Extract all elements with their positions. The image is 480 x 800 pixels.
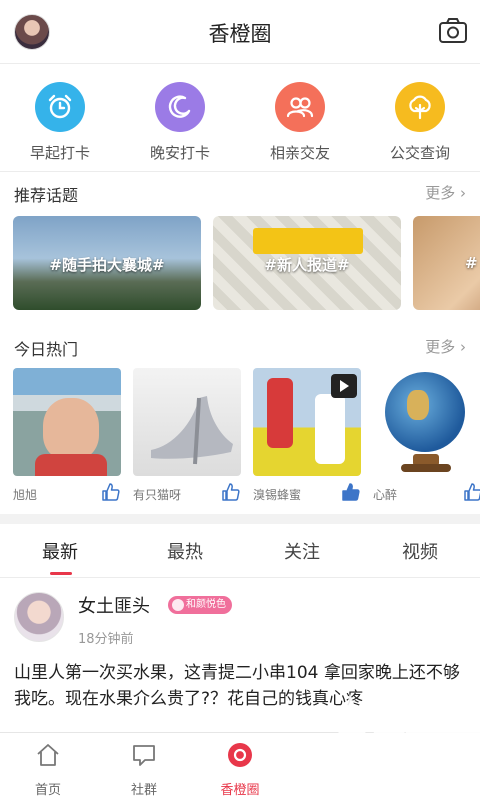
shortcut-bus-query[interactable]: 公交查询 bbox=[365, 82, 475, 163]
hot-header: 今日热门 更多 › bbox=[0, 328, 480, 364]
hot-card[interactable]: 溴锡蜂蜜 bbox=[253, 368, 361, 502]
shortcut-grid: 早起打卡 晚安打卡 相亲交友 公交查询 bbox=[0, 64, 480, 172]
topics-carousel[interactable]: #随手拍大襄城# #新人报道# # bbox=[0, 216, 480, 312]
section-divider bbox=[0, 514, 480, 524]
shortcut-label: 相亲交友 bbox=[269, 144, 330, 162]
hot-image bbox=[13, 368, 121, 476]
tab-following[interactable]: 关注 bbox=[242, 538, 362, 564]
active-tab-indicator bbox=[50, 572, 72, 575]
orange-circle-icon bbox=[228, 743, 252, 767]
feed-tabs: 最新 最热 关注 视频 bbox=[0, 524, 480, 578]
tree-icon bbox=[395, 82, 445, 132]
topic-card[interactable]: #随手拍大襄城# bbox=[13, 216, 201, 310]
more-link[interactable]: 更多 › bbox=[425, 182, 466, 203]
shortcut-dating[interactable]: 相亲交友 bbox=[245, 82, 355, 163]
post-timestamp: 18分钟前 bbox=[78, 632, 134, 647]
nav-community[interactable]: 社群 bbox=[104, 741, 184, 798]
hot-author: 溴锡蜂蜜 bbox=[253, 488, 302, 502]
hot-card[interactable]: 心醉 bbox=[373, 368, 480, 502]
hot-card[interactable]: 旭旭 bbox=[13, 368, 121, 502]
chevron-right-icon: › bbox=[460, 184, 466, 202]
nav-home[interactable]: 首页 bbox=[8, 741, 88, 798]
camera-icon[interactable] bbox=[438, 16, 468, 46]
feed-post[interactable]: 女土匪头 和颜悦色 18分钟前 山里人第一次买水果，这青提二小串104 拿回家晚… bbox=[0, 580, 480, 732]
post-username[interactable]: 女土匪头 bbox=[78, 592, 150, 618]
page-title: 香橙圈 bbox=[208, 22, 272, 46]
topic-label: # bbox=[465, 254, 478, 272]
hot-author: 旭旭 bbox=[13, 488, 38, 502]
hot-card[interactable]: 有只猫呀 bbox=[133, 368, 241, 502]
chat-icon bbox=[133, 745, 155, 766]
topic-card[interactable]: # bbox=[413, 216, 480, 310]
badge-icon bbox=[172, 599, 184, 611]
shortcut-night-checkin[interactable]: 晚安打卡 bbox=[125, 82, 235, 163]
alarm-clock-icon bbox=[35, 82, 85, 132]
level-badge: 和颜悦色 bbox=[168, 596, 232, 614]
section-title: 推荐话题 bbox=[14, 186, 79, 205]
banner-shape bbox=[253, 228, 363, 254]
tab-video[interactable]: 视频 bbox=[360, 538, 480, 564]
nav-orange-circle[interactable]: 香橙圈 bbox=[200, 741, 280, 798]
topic-label: #新人报道# bbox=[264, 256, 350, 274]
chevron-right-icon: › bbox=[460, 338, 466, 356]
shortcut-label: 晚安打卡 bbox=[149, 144, 210, 162]
topic-card[interactable]: #新人报道# bbox=[213, 216, 401, 310]
thumbs-up-icon[interactable] bbox=[221, 482, 241, 502]
shortcut-morning-checkin[interactable]: 早起打卡 bbox=[5, 82, 115, 163]
hot-author: 有只猫呀 bbox=[133, 488, 182, 502]
top-bar: 香橙圈 bbox=[0, 0, 480, 64]
thumbs-up-icon[interactable] bbox=[463, 482, 480, 502]
topics-header: 推荐话题 更多 › bbox=[0, 174, 480, 210]
bottom-nav: 首页 社群 香橙圈 bbox=[0, 732, 480, 800]
people-icon bbox=[275, 82, 325, 132]
tab-hot[interactable]: 最热 bbox=[125, 538, 245, 564]
moon-icon bbox=[155, 82, 205, 132]
hot-author: 心醉 bbox=[373, 488, 398, 502]
section-title: 今日热门 bbox=[14, 340, 79, 359]
nav-label: 社群 bbox=[130, 783, 157, 798]
shortcut-label: 早起打卡 bbox=[29, 144, 90, 162]
nav-label: 香橙圈 bbox=[220, 783, 260, 798]
tab-latest[interactable]: 最新 bbox=[0, 538, 120, 564]
home-icon bbox=[37, 744, 59, 766]
hot-image bbox=[373, 368, 480, 476]
nav-label: 首页 bbox=[34, 783, 61, 798]
hot-image bbox=[253, 368, 361, 476]
avatar[interactable] bbox=[14, 592, 64, 642]
topic-label: #随手拍大襄城# bbox=[49, 256, 165, 274]
more-link[interactable]: 更多 › bbox=[425, 336, 466, 357]
shortcut-label: 公交查询 bbox=[389, 144, 450, 162]
thumbs-up-icon[interactable] bbox=[101, 482, 121, 502]
post-content[interactable]: 山里人第一次买水果，这青提二小串104 拿回家晚上还不够我吃。现在水果介么贵了?… bbox=[14, 660, 466, 712]
hot-list[interactable]: 旭旭 有只猫呀 溴锡蜂蜜 心醉 bbox=[0, 368, 480, 508]
thumbs-up-icon[interactable] bbox=[341, 482, 361, 502]
play-icon bbox=[340, 380, 349, 392]
hot-image bbox=[133, 368, 241, 476]
